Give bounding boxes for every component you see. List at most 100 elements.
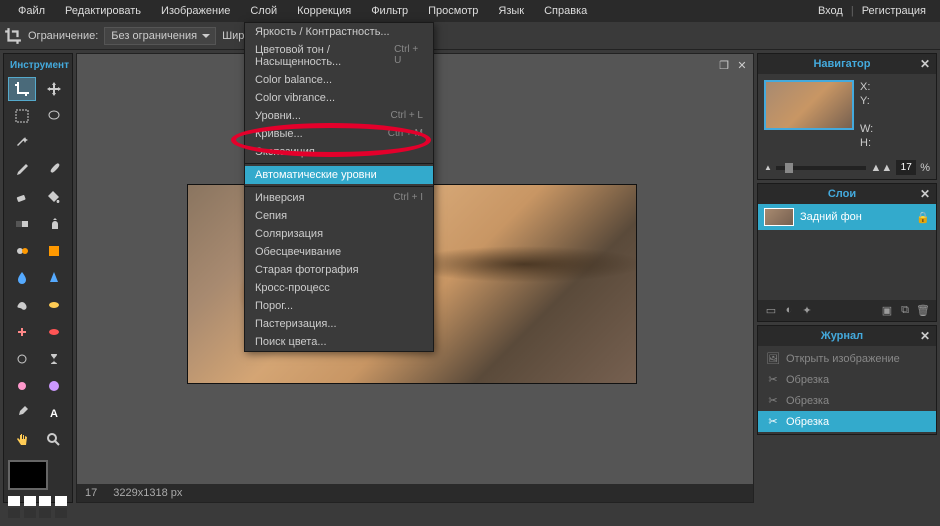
constraint-dropdown[interactable]: Без ограничения: [104, 27, 216, 45]
replace-color-tool[interactable]: [8, 239, 36, 263]
history-item[interactable]: ✂Обрезка: [758, 411, 936, 432]
dd-curves[interactable]: Кривые...Ctrl + M: [245, 125, 433, 143]
navigator-close-icon[interactable]: ✕: [920, 57, 930, 71]
navigator-panel: Навигатор✕ X:Y: W:H: ▲ ▲▲ 17 %: [757, 53, 937, 180]
width-label: Шир: [222, 30, 244, 42]
dd-solarize[interactable]: Соляризация: [245, 225, 433, 243]
eyedropper-tool[interactable]: [8, 401, 36, 425]
eraser-tool[interactable]: [8, 185, 36, 209]
zoom-in-icon[interactable]: ▲▲: [870, 162, 892, 174]
clone-tool[interactable]: [40, 212, 68, 236]
layers-panel: Слои✕ Задний фон 🔒 ▭ ◐ ✦ ▣ ⧉ 🗑: [757, 183, 937, 322]
lock-icon[interactable]: 🔒: [916, 211, 930, 224]
dd-threshold[interactable]: Порог...: [245, 297, 433, 315]
crop-icon: ✂: [766, 415, 780, 428]
status-zoom: 17: [85, 487, 97, 499]
dd-vibrance[interactable]: Color vibrance...: [245, 89, 433, 107]
history-item[interactable]: ✂Обрезка: [758, 369, 936, 390]
navigator-thumbnail[interactable]: [764, 80, 854, 130]
bucket-tool[interactable]: [40, 185, 68, 209]
dd-exposure[interactable]: Экспозиция: [245, 143, 433, 161]
new-layer-icon[interactable]: ▭: [764, 304, 778, 317]
color-swatch[interactable]: [8, 460, 48, 490]
dd-color-lookup[interactable]: Поиск цвета...: [245, 333, 433, 351]
zoom-value[interactable]: 17: [896, 160, 916, 175]
dd-old-photo[interactable]: Старая фотография: [245, 261, 433, 279]
burn-tool[interactable]: [40, 347, 68, 371]
register-link[interactable]: Регистрация: [856, 1, 932, 21]
menu-file[interactable]: Файл: [8, 1, 55, 21]
menu-adjustment[interactable]: Коррекция: [287, 1, 361, 21]
layer-row[interactable]: Задний фон 🔒: [758, 204, 936, 230]
dd-color-balance[interactable]: Color balance...: [245, 71, 433, 89]
history-panel: Журнал✕ 🖼Открыть изображение ✂Обрезка ✂О…: [757, 325, 937, 435]
delete-layer-icon[interactable]: 🗑: [916, 304, 930, 317]
lasso-tool[interactable]: [40, 104, 68, 128]
mask-icon[interactable]: ◐: [782, 304, 796, 317]
marquee-tool[interactable]: [8, 104, 36, 128]
sharpen-tool[interactable]: [40, 266, 68, 290]
tools-title: Инструмент: [8, 58, 68, 77]
crop-icon: ✂: [766, 373, 780, 386]
close-doc-icon[interactable]: ✕: [735, 58, 749, 72]
tools-panel: Инструмент A: [3, 53, 73, 503]
dd-auto-levels[interactable]: Автоматические уровни: [245, 166, 433, 184]
move-tool[interactable]: [40, 77, 68, 101]
dd-hue[interactable]: Цветовой тон / Насыщенность...Ctrl + U: [245, 41, 433, 71]
heal-tool[interactable]: [8, 320, 36, 344]
zoom-tool[interactable]: [40, 428, 68, 452]
crop-icon: ✂: [766, 394, 780, 407]
statusbar: 17 3229x1318 px: [77, 484, 753, 502]
dd-posterize[interactable]: Пастеризация...: [245, 315, 433, 333]
login-link[interactable]: Вход: [812, 1, 849, 21]
pencil-tool[interactable]: [8, 158, 36, 182]
duplicate-icon[interactable]: ⧉: [898, 304, 912, 317]
redeye-tool[interactable]: [40, 320, 68, 344]
layers-title: Слои: [764, 188, 920, 200]
menu-image[interactable]: Изображение: [151, 1, 240, 21]
options-bar: Ограничение: Без ограничения Шир: [0, 22, 940, 50]
menu-view[interactable]: Просмотр: [418, 1, 488, 21]
menu-filter[interactable]: Фильтр: [361, 1, 418, 21]
gradient-tool[interactable]: [8, 212, 36, 236]
layer-thumbnail: [764, 208, 794, 226]
sponge-tool[interactable]: [40, 293, 68, 317]
blur-tool[interactable]: [8, 266, 36, 290]
wand-tool[interactable]: [8, 131, 36, 155]
dd-sepia[interactable]: Сепия: [245, 207, 433, 225]
crop-tool[interactable]: [8, 77, 36, 101]
zoom-out-icon[interactable]: ▲: [764, 163, 772, 172]
type-tool[interactable]: A: [40, 401, 68, 425]
merge-icon[interactable]: ▣: [880, 304, 894, 317]
draw-tool[interactable]: [40, 239, 68, 263]
auth-separator: |: [849, 5, 856, 17]
menu-help[interactable]: Справка: [534, 1, 597, 21]
hand-tool[interactable]: [8, 428, 36, 452]
menu-language[interactable]: Язык: [488, 1, 534, 21]
dd-invert[interactable]: ИнверсияCtrl + I: [245, 189, 433, 207]
history-item[interactable]: 🖼Открыть изображение: [758, 348, 936, 369]
restore-icon[interactable]: ❐: [717, 58, 731, 72]
brush-tool[interactable]: [40, 158, 68, 182]
dd-brightness[interactable]: Яркость / Контрастность...: [245, 23, 433, 41]
pinch-tool[interactable]: [8, 374, 36, 398]
dd-cross-process[interactable]: Кросс-процесс: [245, 279, 433, 297]
constraint-label: Ограничение:: [28, 30, 98, 42]
zoom-pct: %: [920, 162, 930, 174]
menu-layer[interactable]: Слой: [240, 1, 287, 21]
fx-icon[interactable]: ✦: [800, 304, 814, 317]
navigator-title: Навигатор: [764, 58, 920, 70]
swatch-presets[interactable]: [8, 496, 68, 518]
smudge-tool[interactable]: [8, 293, 36, 317]
dd-levels[interactable]: Уровни...Ctrl + L: [245, 107, 433, 125]
menubar: Файл Редактировать Изображение Слой Корр…: [0, 0, 940, 22]
layers-close-icon[interactable]: ✕: [920, 187, 930, 201]
zoom-slider[interactable]: [776, 166, 867, 170]
bloat-tool[interactable]: [40, 374, 68, 398]
adjustment-dropdown: Яркость / Контрастность... Цветовой тон …: [244, 22, 434, 352]
dd-desaturate[interactable]: Обесцвечивание: [245, 243, 433, 261]
dodge-tool[interactable]: [8, 347, 36, 371]
menu-edit[interactable]: Редактировать: [55, 1, 151, 21]
history-close-icon[interactable]: ✕: [920, 329, 930, 343]
history-item[interactable]: ✂Обрезка: [758, 390, 936, 411]
